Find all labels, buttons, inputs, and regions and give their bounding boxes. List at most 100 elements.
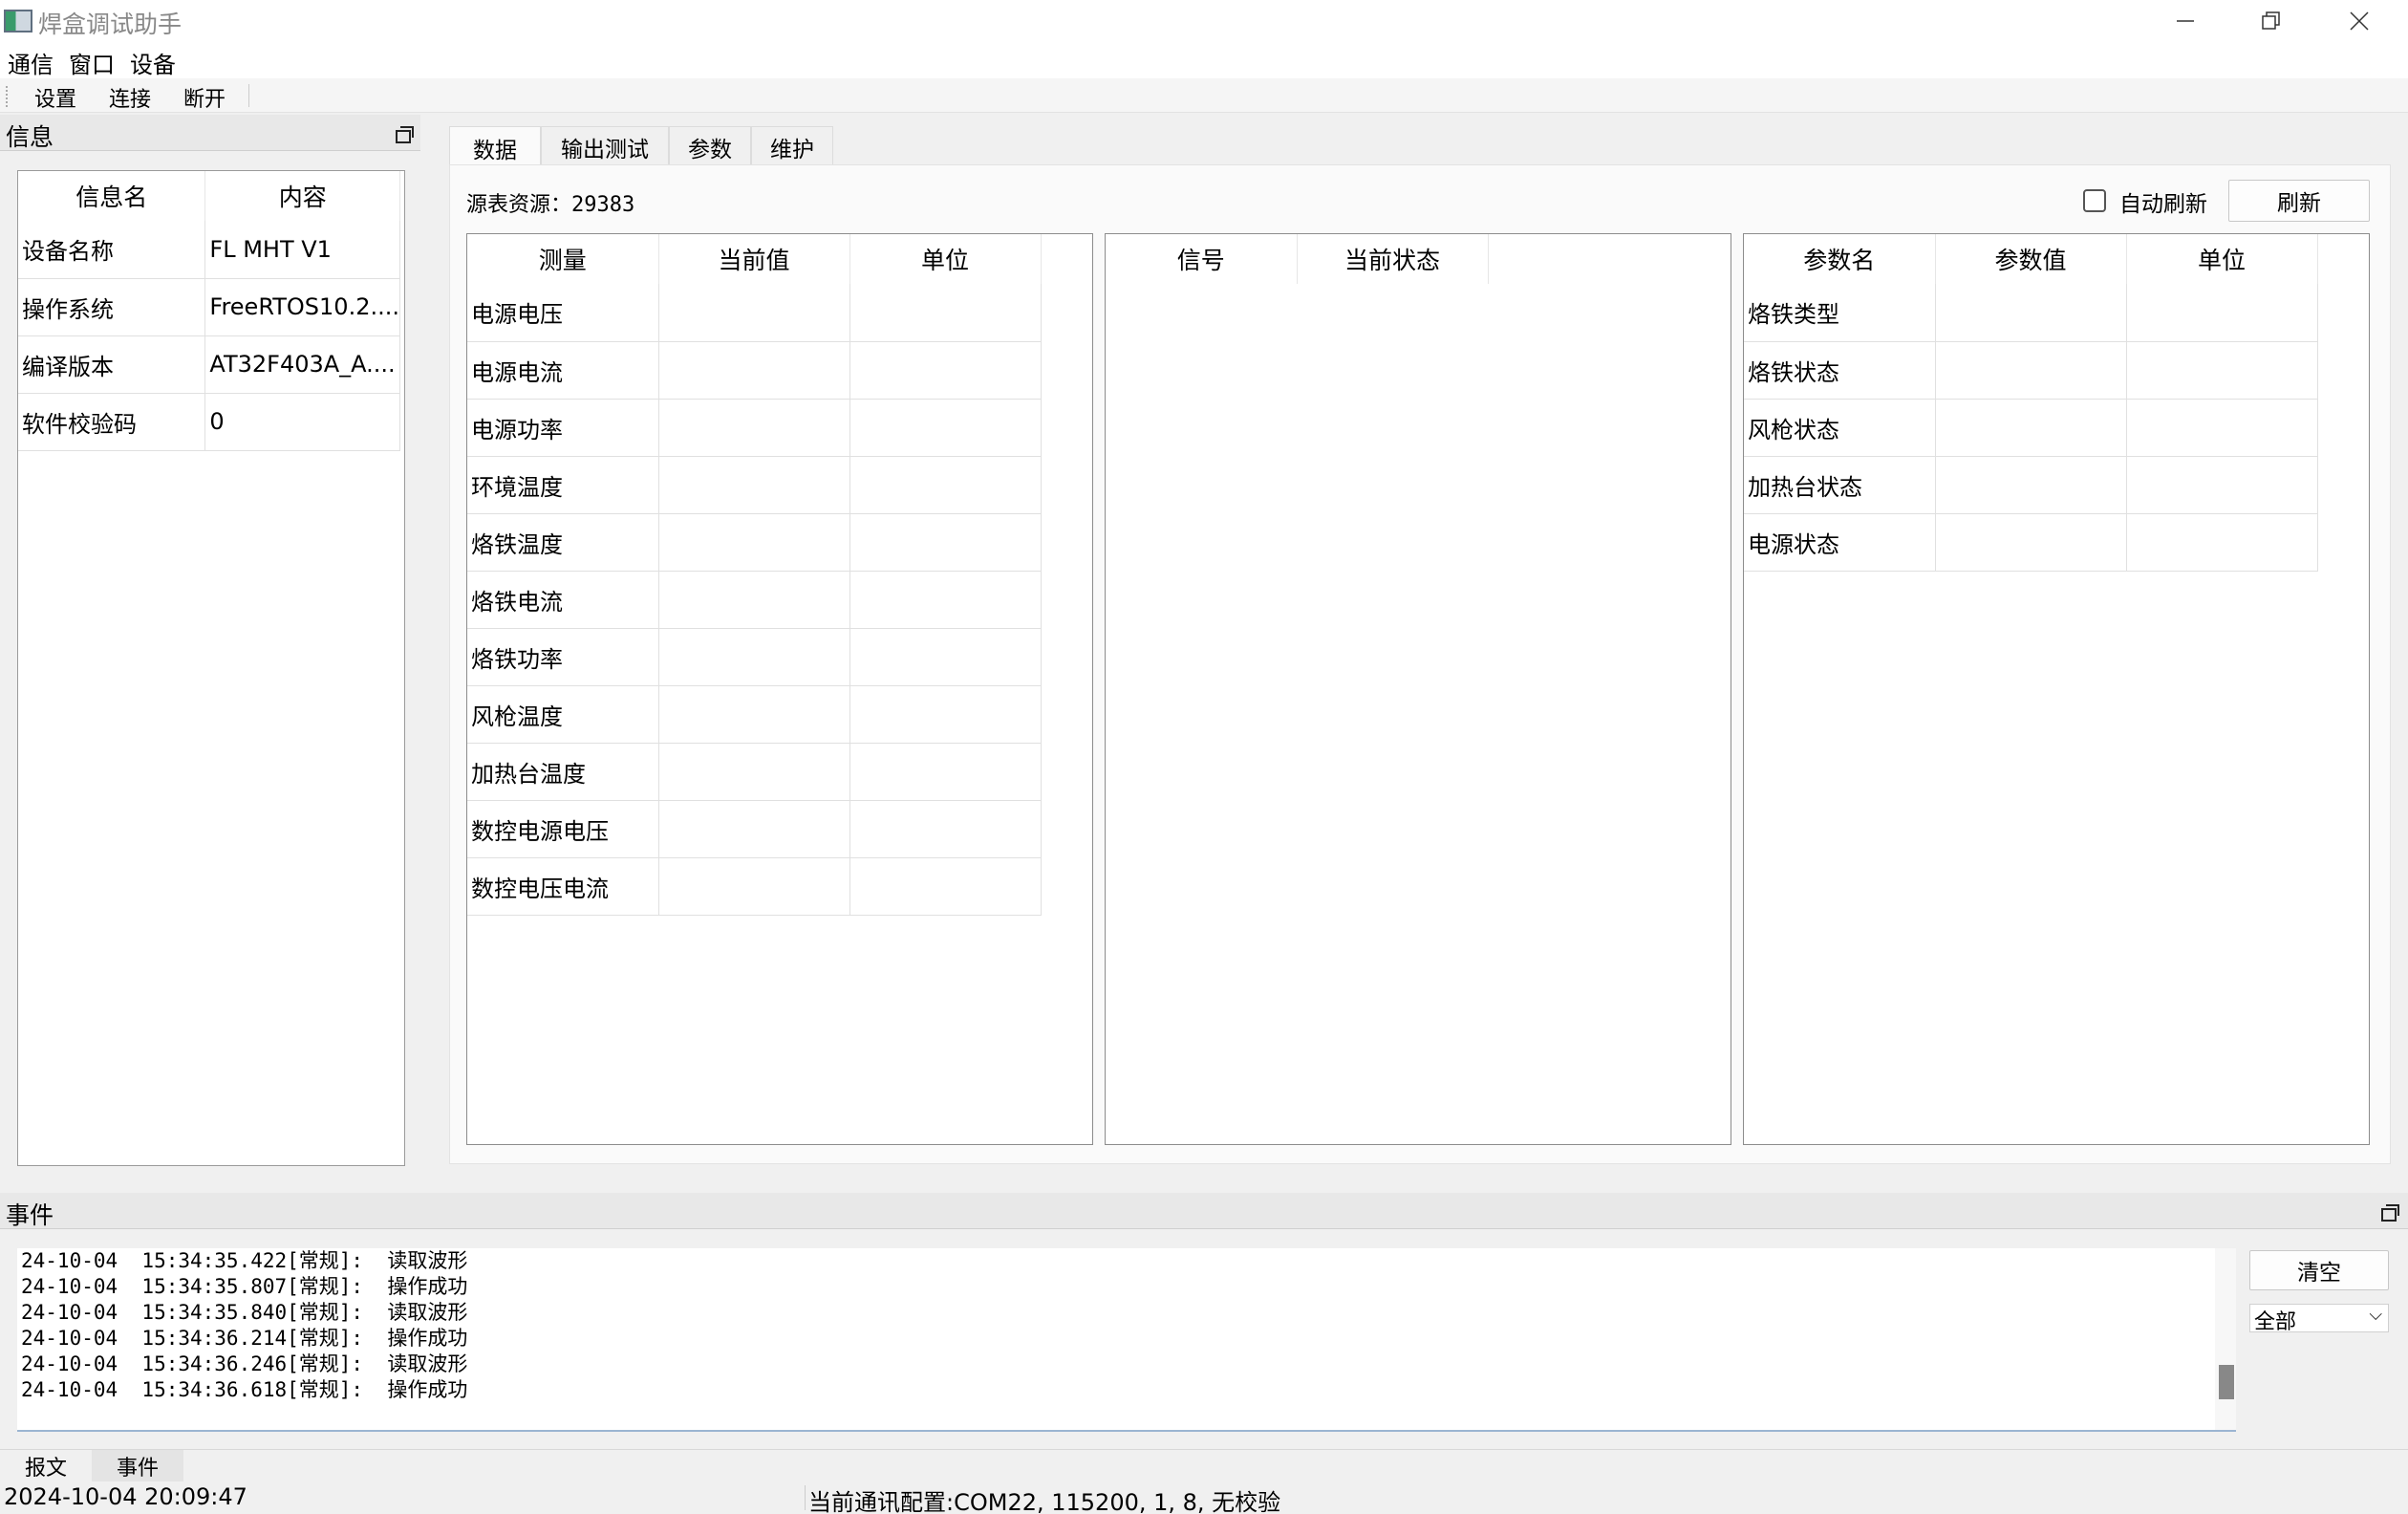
table-row[interactable]: 风枪状态 xyxy=(1744,399,2318,457)
menu-comm[interactable]: 通信 xyxy=(8,46,54,79)
param-header-unit[interactable]: 单位 xyxy=(2126,234,2318,284)
measure-header-value[interactable]: 当前值 xyxy=(658,234,850,284)
param-name-cell: 电源状态 xyxy=(1744,513,1936,572)
info-dock-header: 信息 xyxy=(0,115,420,151)
tab-maintenance[interactable]: 维护 xyxy=(751,126,833,166)
info-cell: 0 xyxy=(204,393,400,451)
measure-value-cell xyxy=(658,399,850,457)
measure-header-unit[interactable]: 单位 xyxy=(849,234,1042,284)
chevron-down-icon: ⌵ xyxy=(2369,1305,2382,1325)
toolbar-connect-button[interactable]: 连接 xyxy=(109,82,151,113)
signal-table[interactable]: 信号 当前状态 xyxy=(1105,233,1731,1145)
log-scrollbar[interactable] xyxy=(2215,1248,2236,1430)
measure-value-cell xyxy=(658,456,850,514)
toolbar-grip[interactable] xyxy=(6,86,8,107)
table-row[interactable]: 电源电流 xyxy=(467,341,1042,400)
menu-device[interactable]: 设备 xyxy=(130,46,176,79)
close-icon xyxy=(2350,11,2369,31)
measure-unit-cell xyxy=(849,685,1042,744)
signal-header-state[interactable]: 当前状态 xyxy=(1297,234,1489,284)
tab-events[interactable]: 事件 xyxy=(92,1450,183,1482)
source-resource-label: 源表资源：29383 xyxy=(466,193,635,217)
event-log[interactable]: 24-10-04 15:34:35.422[常规]: 读取波形 24-10-04… xyxy=(17,1248,2236,1432)
log-line: 24-10-04 15:34:36.214[常规]: 操作成功 xyxy=(21,1327,468,1350)
info-cell: 编译版本 xyxy=(18,335,206,394)
table-row[interactable]: 加热台温度 xyxy=(467,743,1042,801)
param-header-name[interactable]: 参数名 xyxy=(1744,234,1936,284)
param-unit-cell xyxy=(2126,399,2318,457)
auto-refresh-checkbox[interactable] xyxy=(2083,189,2106,212)
float-dock-icon[interactable] xyxy=(2381,1204,2399,1222)
info-table[interactable]: 信息名 内容 设备名称 FL MHT V1 操作系统 FreeRTOS10.2.… xyxy=(17,170,405,1166)
table-row[interactable]: 软件校验码 0 xyxy=(18,393,400,451)
tab-output-test[interactable]: 输出测试 xyxy=(541,126,669,166)
info-cell: 软件校验码 xyxy=(18,393,206,451)
param-unit-cell xyxy=(2126,341,2318,400)
minimize-button[interactable] xyxy=(2142,0,2228,42)
param-unit-cell xyxy=(2126,513,2318,572)
status-divider xyxy=(805,1485,806,1510)
measure-name-cell: 烙铁功率 xyxy=(467,628,659,686)
measure-name-cell: 电源电流 xyxy=(467,341,659,400)
info-header-name[interactable]: 信息名 xyxy=(18,171,206,221)
status-bar: 2024-10-04 20:09:47 当前通讯配置:COM22, 115200… xyxy=(0,1482,2408,1514)
measure-value-cell xyxy=(658,513,850,572)
info-cell: AT32F403A_A.... xyxy=(204,335,400,394)
table-row[interactable]: 烙铁温度 xyxy=(467,513,1042,572)
maximize-button[interactable] xyxy=(2228,0,2314,42)
close-button[interactable] xyxy=(2316,0,2402,42)
table-row[interactable]: 风枪温度 xyxy=(467,685,1042,744)
measure-unit-cell xyxy=(849,284,1042,342)
clear-button[interactable]: 清空 xyxy=(2249,1250,2389,1290)
table-row[interactable]: 操作系统 FreeRTOS10.2.... xyxy=(18,278,400,336)
status-comm-config: 当前通讯配置:COM22, 115200, 1, 8, 无校验 xyxy=(808,1489,1281,1514)
measure-value-cell xyxy=(658,284,850,342)
measure-table[interactable]: 测量 当前值 单位 电源电压 电源电流 电源功率 环境温度 烙铁温度 烙铁电流 … xyxy=(466,233,1093,1145)
measure-header-name[interactable]: 测量 xyxy=(467,234,659,284)
float-dock-icon[interactable] xyxy=(396,126,414,143)
tab-messages[interactable]: 报文 xyxy=(0,1450,92,1482)
signal-header-name[interactable]: 信号 xyxy=(1106,234,1298,284)
info-cell: FL MHT V1 xyxy=(204,221,400,279)
table-row[interactable]: 环境温度 xyxy=(467,456,1042,514)
table-row[interactable]: 电源功率 xyxy=(467,399,1042,457)
measure-value-cell xyxy=(658,743,850,801)
param-header-value[interactable]: 参数值 xyxy=(1935,234,2127,284)
tab-params[interactable]: 参数 xyxy=(669,126,751,166)
toolbar-disconnect-button[interactable]: 断开 xyxy=(183,82,226,113)
info-cell: FreeRTOS10.2.... xyxy=(204,278,400,336)
table-row[interactable]: 电源电压 xyxy=(467,284,1042,342)
measure-name-cell: 电源功率 xyxy=(467,399,659,457)
table-row[interactable]: 烙铁类型 xyxy=(1744,284,2318,342)
bottom-tab-bar: 报文 事件 xyxy=(0,1449,2408,1482)
param-table[interactable]: 参数名 参数值 单位 烙铁类型 烙铁状态 风枪状态 加热台状态 电源状态 xyxy=(1743,233,2370,1145)
table-row[interactable]: 设备名称 FL MHT V1 xyxy=(18,221,400,279)
tab-data[interactable]: 数据 xyxy=(449,126,541,168)
menu-window[interactable]: 窗口 xyxy=(69,46,115,79)
refresh-button[interactable]: 刷新 xyxy=(2228,180,2370,222)
table-row[interactable]: 烙铁状态 xyxy=(1744,341,2318,400)
measure-value-cell xyxy=(658,341,850,400)
scroll-thumb[interactable] xyxy=(2219,1365,2234,1399)
table-row[interactable]: 数控电源电压 xyxy=(467,800,1042,858)
toolbar-settings-button[interactable]: 设置 xyxy=(34,82,76,113)
param-name-cell: 风枪状态 xyxy=(1744,399,1936,457)
param-value-cell xyxy=(1935,513,2127,572)
table-row[interactable]: 烙铁电流 xyxy=(467,571,1042,629)
measure-unit-cell xyxy=(849,341,1042,400)
measure-value-cell xyxy=(658,857,850,916)
table-row[interactable]: 电源状态 xyxy=(1744,513,2318,572)
status-datetime: 2024-10-04 20:09:47 xyxy=(4,1483,247,1510)
info-cell: 设备名称 xyxy=(18,221,206,279)
measure-unit-cell xyxy=(849,800,1042,858)
table-row[interactable]: 数控电压电流 xyxy=(467,857,1042,916)
info-header-content[interactable]: 内容 xyxy=(204,171,400,221)
measure-name-cell: 电源电压 xyxy=(467,284,659,342)
table-row[interactable]: 烙铁功率 xyxy=(467,628,1042,686)
measure-unit-cell xyxy=(849,743,1042,801)
auto-refresh-label[interactable]: 自动刷新 xyxy=(2119,185,2207,218)
table-row[interactable]: 编译版本 AT32F403A_A.... xyxy=(18,335,400,394)
measure-name-cell: 加热台温度 xyxy=(467,743,659,801)
table-row[interactable]: 加热台状态 xyxy=(1744,456,2318,514)
log-filter-select[interactable]: 全部 ⌵ xyxy=(2249,1304,2389,1334)
